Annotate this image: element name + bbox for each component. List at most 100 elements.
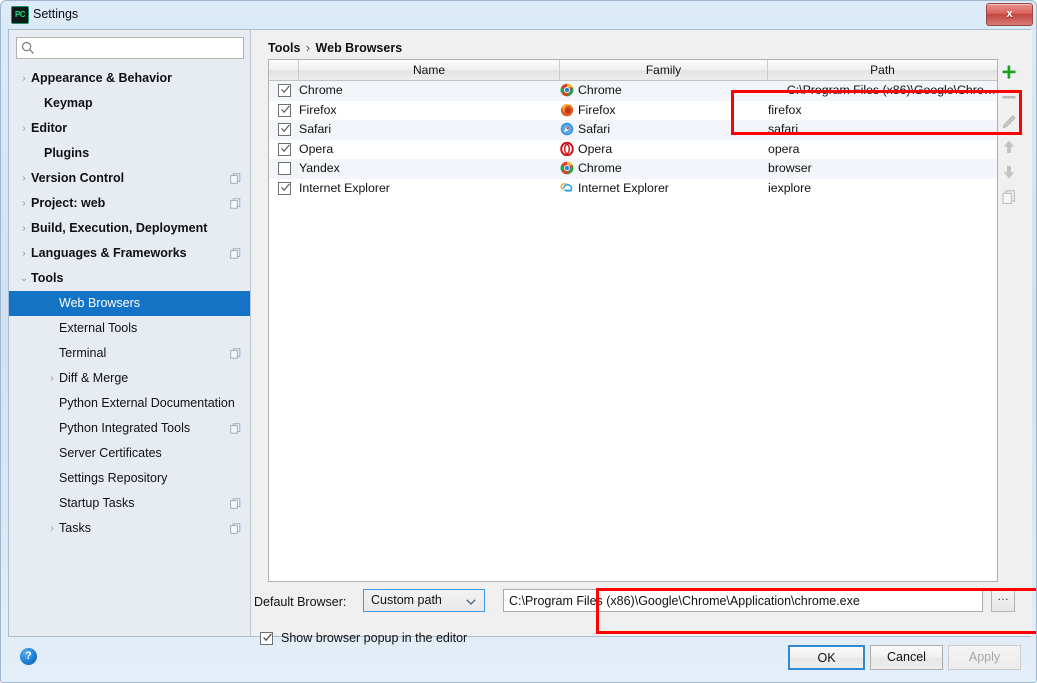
dialog-footer: ? https://blog.csdn.net/qq_32723729 http… — [1, 637, 1036, 682]
chevron-right-icon[interactable]: › — [17, 216, 31, 241]
sidebar-item-python-integrated-tools[interactable]: Python Integrated Tools — [9, 416, 250, 441]
checkmark-icon — [281, 105, 290, 113]
move-up-button[interactable] — [998, 134, 1020, 159]
copy-button[interactable] — [998, 184, 1020, 209]
row-enabled-checkbox[interactable] — [278, 162, 291, 175]
breadcrumb: Tools › Web Browsers — [268, 41, 402, 55]
sidebar-item-tools[interactable]: ⌄ Tools — [9, 266, 250, 291]
breadcrumb-separator: › — [305, 41, 311, 55]
breadcrumb-current: Web Browsers — [315, 41, 403, 55]
table-row[interactable]: Yandex Chrome browser — [269, 159, 997, 179]
row-enabled-checkbox[interactable] — [278, 181, 291, 195]
close-window-button[interactable]: x — [986, 3, 1033, 26]
cell-family: Internet Explorer — [560, 179, 669, 199]
sidebar-item-terminal[interactable]: Terminal — [9, 341, 250, 366]
column-header-checkbox[interactable] — [269, 60, 299, 80]
sidebar-item-server-certificates[interactable]: Server Certificates — [9, 441, 250, 466]
sidebar-item-label: Settings Repository — [59, 471, 168, 485]
arrow-up-icon — [1003, 140, 1015, 153]
cell-name: Firefox — [299, 102, 337, 117]
sidebar-item-external-tools[interactable]: External Tools — [9, 316, 250, 341]
checkmark-icon — [281, 144, 290, 152]
sidebar-item-keymap[interactable]: Keymap — [9, 91, 250, 116]
sidebar-item-tasks[interactable]: › Tasks — [9, 516, 250, 541]
cell-name: Internet Explorer — [299, 180, 390, 195]
copy-settings-icon[interactable] — [230, 248, 241, 259]
default-browser-selected-value: Custom path — [371, 593, 442, 607]
table-header-row: Name Family Path — [269, 60, 997, 81]
settings-sidebar: › Appearance & Behavior Keymap › Editor Plugi… — [9, 30, 251, 636]
copy-settings-icon[interactable] — [230, 498, 241, 509]
default-browser-path-input[interactable] — [503, 589, 983, 612]
default-browser-select[interactable]: Custom path — [363, 589, 485, 612]
sidebar-item-label: Tasks — [59, 521, 91, 535]
table-row[interactable]: Chrome Chrome C:\Program Files (x86)\Googl… — [269, 81, 997, 101]
copy-settings-icon[interactable] — [230, 348, 241, 359]
sidebar-item-diff-merge[interactable]: › Diff & Merge — [9, 366, 250, 391]
cancel-button[interactable]: Cancel — [870, 645, 943, 670]
chevron-right-icon[interactable]: › — [17, 241, 31, 266]
row-enabled-checkbox[interactable] — [278, 142, 291, 156]
cell-family-label: Internet Explorer — [578, 180, 669, 195]
sidebar-item-startup-tasks[interactable]: Startup Tasks — [9, 491, 250, 516]
sidebar-item-plugins[interactable]: Plugins — [9, 141, 250, 166]
chevron-right-icon[interactable]: › — [17, 166, 31, 191]
table-row[interactable]: Firefox Firefox firefox — [269, 101, 997, 121]
sidebar-item-settings-repository[interactable]: Settings Repository — [9, 466, 250, 491]
row-enabled-checkbox[interactable] — [278, 84, 291, 97]
edit-button[interactable] — [998, 109, 1020, 134]
sidebar-item-label: Diff & Merge — [59, 371, 129, 385]
sidebar-item-version-control[interactable]: › Version Control — [9, 166, 250, 191]
add-button[interactable] — [998, 59, 1020, 84]
browse-path-button[interactable]: … — [991, 589, 1015, 612]
cell-path: safari — [768, 122, 799, 136]
breadcrumb-parent[interactable]: Tools — [268, 41, 300, 55]
search-input[interactable] — [16, 37, 244, 59]
settings-tree: › Appearance & Behavior Keymap › Editor Plugi… — [9, 66, 250, 636]
chevron-right-icon[interactable]: › — [45, 366, 59, 391]
sidebar-item-label: Server Certificates — [59, 446, 162, 460]
copy-settings-icon[interactable] — [230, 198, 241, 209]
chevron-right-icon[interactable]: › — [17, 191, 31, 216]
sidebar-item-python-external-documentation[interactable]: Python External Documentation — [9, 391, 250, 416]
chevron-right-icon[interactable]: › — [17, 66, 31, 91]
copy-settings-icon[interactable] — [230, 423, 241, 434]
column-header-name[interactable]: Name — [299, 60, 560, 80]
chevron-right-icon[interactable]: › — [17, 116, 31, 141]
row-enabled-checkbox[interactable] — [278, 103, 291, 117]
chevron-down-icon[interactable]: ⌄ — [17, 266, 31, 291]
default-browser-label: Default Browser: — [254, 595, 347, 609]
cell-path: browser — [768, 161, 812, 175]
sidebar-item-label: Plugins — [44, 146, 90, 160]
table-row[interactable]: Internet Explorer Internet Explorer iexplo… — [269, 179, 997, 199]
chevron-right-icon[interactable]: › — [45, 516, 59, 541]
remove-button[interactable] — [998, 84, 1020, 109]
search-box[interactable] — [16, 37, 244, 59]
row-enabled-checkbox[interactable] — [278, 123, 291, 136]
cell-family: Firefox — [560, 101, 616, 121]
cell-family-label: Chrome — [578, 161, 622, 175]
column-header-path[interactable]: Path — [768, 60, 997, 80]
pencil-icon — [1002, 115, 1016, 129]
cell-path: firefox — [768, 102, 802, 117]
table-row[interactable]: Opera Opera opera — [269, 140, 997, 160]
ok-button[interactable]: OK — [788, 645, 865, 670]
cell-name: Safari — [299, 122, 332, 136]
help-button[interactable]: ? — [20, 648, 37, 665]
cell-family: Safari — [560, 120, 610, 140]
cell-family: Chrome — [560, 159, 622, 179]
sidebar-item-build-execution-deployment[interactable]: › Build, Execution, Deployment — [9, 216, 250, 241]
sidebar-item-editor[interactable]: › Editor — [9, 116, 250, 141]
column-header-family[interactable]: Family — [560, 60, 768, 80]
copy-settings-icon[interactable] — [230, 523, 241, 534]
copy-icon — [1002, 190, 1015, 204]
sidebar-item-project-web[interactable]: › Project: web — [9, 191, 250, 216]
sidebar-item-languages-frameworks[interactable]: › Languages & Frameworks — [9, 241, 250, 266]
move-down-button[interactable] — [998, 159, 1020, 184]
sidebar-item-label: Build, Execution, Deployment — [31, 221, 208, 235]
sidebar-item-appearance-behavior[interactable]: › Appearance & Behavior — [9, 66, 250, 91]
sidebar-item-label: Languages & Frameworks — [31, 246, 187, 260]
table-row[interactable]: Safari Safari safari — [269, 120, 997, 140]
copy-settings-icon[interactable] — [230, 173, 241, 184]
sidebar-item-web-browsers[interactable]: Web Browsers — [9, 291, 250, 316]
